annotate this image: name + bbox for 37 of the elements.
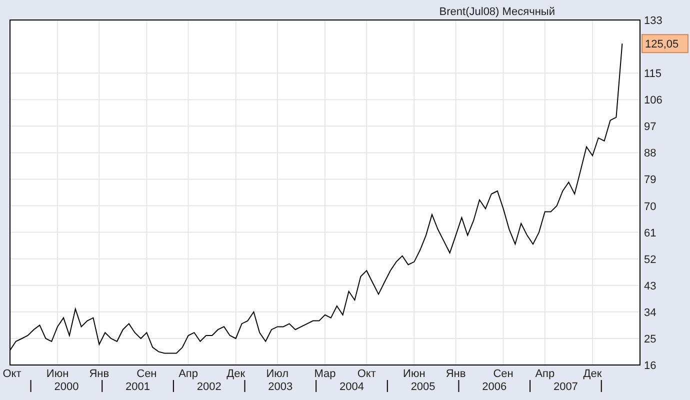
axis-label: 34 <box>644 306 656 319</box>
axis-label: 25 <box>644 333 656 346</box>
year-label: 2000 <box>54 381 79 393</box>
axis-label: Дек <box>226 368 246 380</box>
year-label: 2005 <box>410 381 436 393</box>
price-tag: 125,05 <box>642 34 688 54</box>
axis-label: 16 <box>644 360 656 372</box>
axis-label: 115 <box>644 68 662 80</box>
axis-label: 97 <box>644 121 656 134</box>
year-label: 2002 <box>196 381 222 393</box>
axis-label: Мар <box>314 368 336 380</box>
axis-label: Дек <box>583 368 602 380</box>
axis-label: 106 <box>644 94 662 107</box>
axis-label: 133 <box>644 15 662 27</box>
axis-label: 52 <box>644 254 656 266</box>
year-label: 2007 <box>553 381 578 393</box>
year-label: 2003 <box>268 381 293 393</box>
axis-label: 79 <box>644 174 656 186</box>
year-label: 2006 <box>482 381 507 393</box>
axis-label: Апр <box>535 368 555 380</box>
axis-label: Июн <box>403 368 426 380</box>
axis-label: Июл <box>266 368 289 380</box>
axis-label: Янв <box>89 368 110 380</box>
axis-label: Окт <box>2 368 22 380</box>
year-label: 2001 <box>126 381 150 393</box>
axis-label: Янв <box>446 368 466 380</box>
axis-label: Сен <box>493 368 514 380</box>
axis-label: Апр <box>178 368 198 380</box>
chart-title: Brent(Jul08) Месячный <box>439 6 555 18</box>
axis-label: 61 <box>644 227 656 240</box>
year-label: 2004 <box>340 381 364 393</box>
axis-label: 88 <box>644 148 656 160</box>
axis-label: Сен <box>136 368 157 380</box>
axis-label: Окт <box>357 368 376 380</box>
axis-label: 70 <box>644 200 656 213</box>
axis-label: Июн <box>46 368 69 380</box>
axis-label: 43 <box>644 280 656 292</box>
